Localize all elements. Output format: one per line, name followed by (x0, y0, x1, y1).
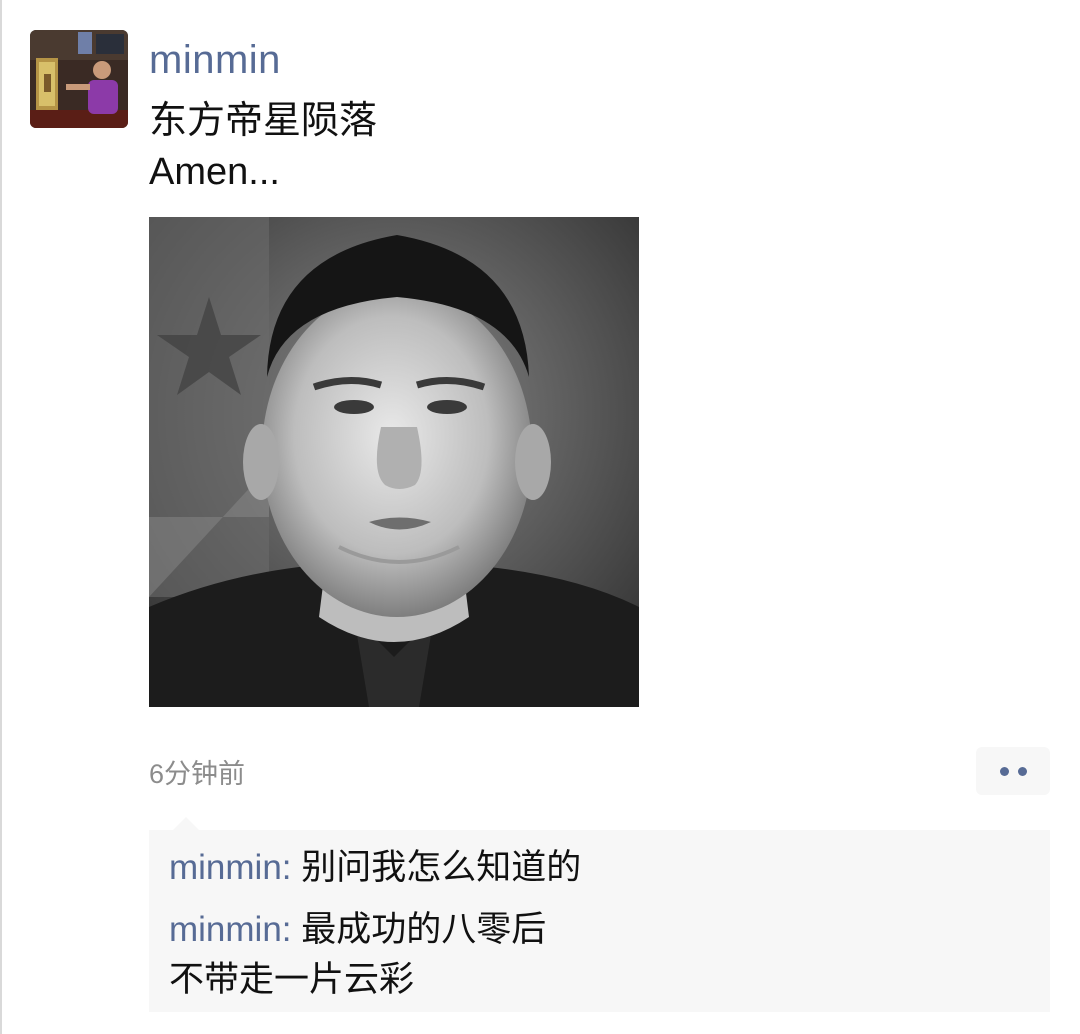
comment-author[interactable]: minmin (169, 848, 282, 887)
comment-text: 别问我怎么知道的 (301, 848, 582, 887)
avatar-image (30, 30, 128, 128)
comment-author[interactable]: minmin (169, 910, 282, 949)
comment-caret (173, 817, 199, 830)
post-author[interactable]: minmin (149, 38, 281, 83)
comment-separator: : (281, 848, 302, 887)
comment-item[interactable]: minmin: 别问我怎么知道的 (169, 843, 581, 893)
post-timestamp: 6分钟前 (149, 759, 246, 789)
portrait-image (149, 217, 639, 707)
more-dots-icon (999, 766, 1009, 776)
post-text: 东方帝星陨落 Amen... (149, 100, 378, 193)
avatar[interactable] (30, 30, 128, 128)
comment-separator: : (281, 910, 302, 949)
more-button[interactable] (976, 747, 1050, 795)
more-dots-icon (1017, 766, 1027, 776)
screen-edge (0, 0, 2, 1034)
comment-section: minmin: 别问我怎么知道的 minmin: 最成功的八零后 不带走一片云彩 (149, 817, 1050, 1012)
comment-item[interactable]: minmin: 最成功的八零后 不带走一片云彩 (169, 905, 546, 1005)
post-photo[interactable] (149, 217, 639, 707)
